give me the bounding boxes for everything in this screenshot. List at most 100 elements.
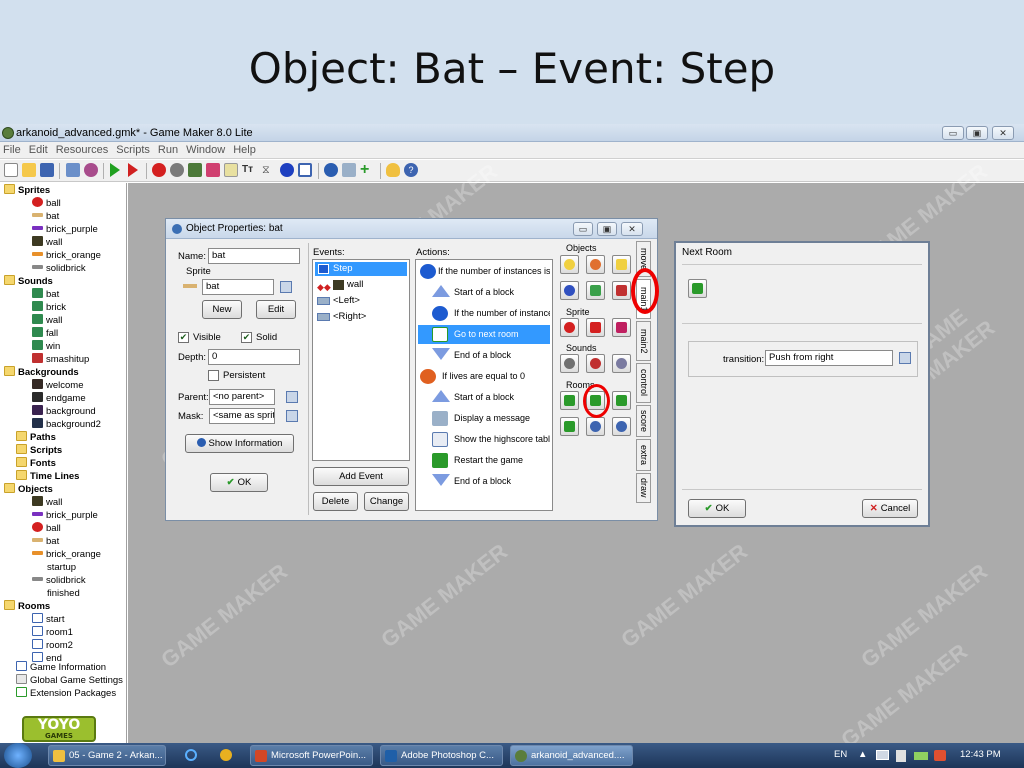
name-input[interactable]: bat <box>208 248 300 264</box>
add-background-icon[interactable] <box>188 163 202 177</box>
event-key-left[interactable]: <Left> <box>315 294 360 308</box>
tab-control[interactable]: control <box>636 363 651 403</box>
add-event-button[interactable]: Add Event <box>313 467 409 486</box>
menu-window[interactable]: Window <box>183 142 230 156</box>
different-room-icon[interactable] <box>560 417 579 436</box>
change-sprite-icon[interactable] <box>560 318 579 337</box>
show-information-button[interactable]: Show Information <box>185 434 294 453</box>
menu-help[interactable]: Help <box>230 142 261 156</box>
action-restart-game[interactable]: Restart the game <box>418 451 550 470</box>
game-information-icon[interactable] <box>324 163 338 177</box>
action-show-highscore[interactable]: Show the highscore table <box>418 430 550 449</box>
create-executable-icon[interactable] <box>66 163 80 177</box>
debug-icon[interactable] <box>128 163 138 177</box>
color-sprite-icon[interactable] <box>612 318 631 337</box>
add-room-icon[interactable] <box>298 163 312 177</box>
transition-menu-icon[interactable] <box>899 352 911 364</box>
tree-item[interactable]: fall <box>32 327 58 340</box>
dialog-minimize-button[interactable]: ▭ <box>573 222 593 236</box>
tree-group-sprites[interactable]: Sprites <box>4 184 50 197</box>
tab-extra[interactable]: extra <box>636 439 651 471</box>
tree-item[interactable]: wall <box>32 236 62 249</box>
create-moving-icon[interactable] <box>586 255 605 274</box>
mask-select[interactable]: <same as sprite> <box>209 408 275 424</box>
language-indicator[interactable]: EN <box>834 749 847 760</box>
save-icon[interactable] <box>40 163 54 177</box>
internet-explorer-icon[interactable] <box>185 749 197 761</box>
device-icon[interactable] <box>896 750 906 762</box>
tree-item[interactable]: bat <box>32 288 59 301</box>
action-go-to-next-room[interactable]: Go to next room <box>418 325 550 344</box>
transform-sprite-icon[interactable] <box>586 318 605 337</box>
tree-item[interactable]: brick_purple <box>32 223 98 236</box>
tree-item[interactable]: ball <box>32 522 61 535</box>
action-if-lives[interactable]: If lives are equal to 0 <box>418 367 550 386</box>
add-timeline-icon[interactable]: ⧖ <box>262 163 276 177</box>
tree-item[interactable]: solidbrick <box>32 262 86 275</box>
previous-room-icon[interactable] <box>560 391 579 410</box>
tree-item[interactable]: solidbrick <box>32 574 86 587</box>
clock[interactable]: 12:43 PM <box>960 749 1001 760</box>
close-button[interactable]: ✕ <box>992 126 1014 140</box>
edit-sprite-button[interactable]: Edit <box>256 300 296 319</box>
volume-icon[interactable] <box>934 750 946 761</box>
action-display-message[interactable]: Display a message <box>418 409 550 428</box>
help-icon[interactable]: ? <box>404 163 418 177</box>
tab-score[interactable]: score <box>636 405 651 437</box>
tree-item[interactable]: smashitup <box>32 353 89 366</box>
tree-item[interactable]: endgame <box>32 392 86 405</box>
add-script-icon[interactable] <box>224 163 238 177</box>
tree-item[interactable]: wall <box>32 496 62 509</box>
menu-resources[interactable]: Resources <box>53 142 114 156</box>
network-icon[interactable] <box>876 750 889 760</box>
action-if-instances[interactable]: If the number of instances is <box>418 262 550 281</box>
restart-room-icon[interactable] <box>612 391 631 410</box>
event-collision-wall[interactable]: ◆◆ wall <box>315 278 363 292</box>
tree-item[interactable]: bat <box>32 535 59 548</box>
add-font-icon[interactable]: Tт <box>242 163 256 177</box>
taskbar-item-powerpoint[interactable]: Microsoft PowerPoin... <box>250 745 373 766</box>
tree-item[interactable]: bat <box>32 210 59 223</box>
tree-item[interactable]: wall <box>32 314 62 327</box>
jump-to-position-icon[interactable] <box>586 281 605 300</box>
tree-item[interactable]: brick <box>32 301 66 314</box>
tree-item[interactable]: background2 <box>32 418 101 431</box>
action-end-block[interactable]: End of a block <box>418 472 550 491</box>
next-room-ok-button[interactable]: ✔ OK <box>688 499 746 518</box>
menu-file[interactable]: File <box>0 142 26 156</box>
next-room-cancel-button[interactable]: ✕ Cancel <box>862 499 918 518</box>
create-instance-icon[interactable] <box>560 255 579 274</box>
menu-run[interactable]: Run <box>155 142 183 156</box>
tray-expand-icon[interactable]: ▲ <box>858 749 867 760</box>
minimize-button[interactable]: ▭ <box>942 126 964 140</box>
new-sprite-button[interactable]: New <box>202 300 242 319</box>
action-end-block[interactable]: End of a block <box>418 346 550 365</box>
publish-icon[interactable] <box>84 163 98 177</box>
add-object-icon[interactable] <box>280 163 294 177</box>
maximize-button[interactable]: ▣ <box>966 126 988 140</box>
tree-item[interactable]: room1 <box>32 626 73 639</box>
action-start-block[interactable]: Start of a block <box>418 283 550 302</box>
event-step[interactable]: Step <box>315 262 407 276</box>
action-start-block[interactable]: Start of a block <box>418 388 550 407</box>
dialog-close-button[interactable]: ✕ <box>621 222 643 236</box>
change-event-button[interactable]: Change <box>364 492 409 511</box>
tree-item[interactable]: start <box>32 613 64 626</box>
tree-item[interactable]: background <box>32 405 96 418</box>
visible-checkbox[interactable]: ✔ <box>178 332 189 343</box>
change-instance-icon[interactable] <box>560 281 579 300</box>
destroy-instance-icon[interactable] <box>612 281 631 300</box>
open-file-icon[interactable] <box>22 163 36 177</box>
parent-select[interactable]: <no parent> <box>209 389 275 405</box>
create-random-icon[interactable] <box>612 255 631 274</box>
stop-sound-icon[interactable] <box>586 354 605 373</box>
persistent-checkbox[interactable] <box>208 370 219 381</box>
check-next-room-icon[interactable] <box>612 417 631 436</box>
signal-icon[interactable] <box>914 752 928 760</box>
tree-item[interactable]: welcome <box>32 379 84 392</box>
tab-draw[interactable]: draw <box>636 473 651 503</box>
dialog-maximize-button[interactable]: ▣ <box>597 222 617 236</box>
delete-event-button[interactable]: Delete <box>313 492 358 511</box>
menu-edit[interactable]: Edit <box>26 142 53 156</box>
play-sound-icon[interactable] <box>560 354 579 373</box>
